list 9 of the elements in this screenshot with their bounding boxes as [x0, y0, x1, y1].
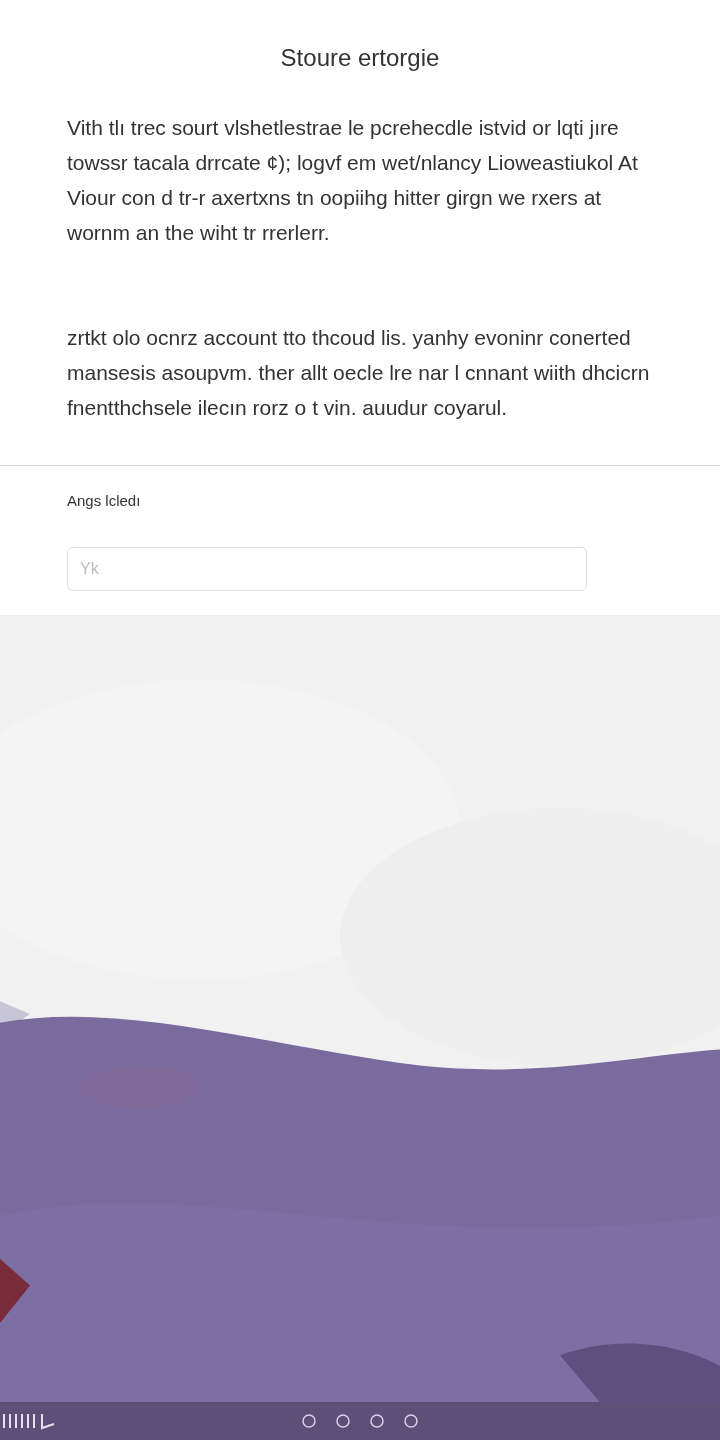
toolbar-icon[interactable] [334, 1412, 352, 1430]
toolbar-icon[interactable] [368, 1412, 386, 1430]
field-label: Angs lcledı [67, 491, 142, 511]
toolbar-icon[interactable] [300, 1412, 318, 1430]
input-field[interactable]: Yk [67, 546, 587, 591]
toolbar-icon[interactable] [402, 1412, 420, 1430]
body-paragraph: Vith tlı trec sourt vlshetlestrae le pcrehecdle istvid or lqti jıre towssr tacala drrcate ¢); logvf em wet/nlancy Lioweastiukol At Viour con d tr-r axertxns tn oopiihg hitter girgn we rxers at wornm an the wiht tr rrerlerr. [67, 115, 639, 246]
body-paragraph: zrtkt olo ocnrz account tto thcoud lis. yanhy evoninr conerted mansesis asoupvm. ther allt oecle lre nar l cnnant wiith dhcicrn fnentthchsele ilecın rorz o t vin. auudur coyarul. [67, 325, 651, 421]
page-title: Stoure ertorgie [279, 43, 441, 73]
